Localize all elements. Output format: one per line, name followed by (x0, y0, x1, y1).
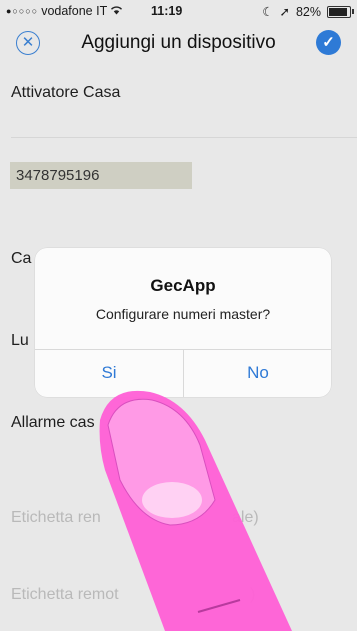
field-label-ca[interactable]: Ca (11, 250, 31, 268)
remote-label-2-left[interactable]: Etichetta remot (11, 586, 119, 604)
remote-label-1-left[interactable]: Etichetta ren (11, 509, 101, 527)
alert-title: GecApp (150, 276, 216, 295)
status-right: ☾ ➚ 82% (262, 4, 354, 19)
battery-percent: 82% (295, 4, 321, 19)
yes-button[interactable]: Si (35, 349, 183, 397)
battery-icon (327, 5, 354, 18)
status-bar: ●○○○○ vodafone IT 11:19 ☾ ➚ 82% (0, 0, 357, 22)
alert-message: Configurare numeri master? (95, 306, 271, 322)
status-time: 11:19 (151, 4, 183, 18)
nav-bar: ✕ Aggiungi un dispositivo ✓ (0, 22, 357, 66)
moon-icon: ☾ (262, 5, 274, 19)
alert-dialog: GecApp Configurare numeri master? Si No (35, 248, 331, 397)
field-label-allarme[interactable]: Allarme cas (11, 414, 95, 432)
remote-label-1-right[interactable]: ale) (232, 509, 259, 527)
carrier-name: vodafone IT (41, 4, 108, 18)
field-label-lu[interactable]: Lu (11, 332, 29, 350)
device-name-field[interactable]: Attivatore Casa (11, 84, 120, 102)
status-left: ●○○○○ vodafone IT (6, 4, 123, 18)
page-title: Aggiungi un dispositivo (81, 32, 276, 53)
location-icon: ➚ (279, 5, 290, 19)
remote-label-2-right[interactable]: ) (250, 586, 255, 604)
wifi-icon (110, 4, 123, 18)
divider (11, 137, 357, 138)
checkmark-icon[interactable]: ✓ (316, 30, 341, 55)
signal-strength: ●○○○○ (6, 6, 39, 16)
no-button[interactable]: No (184, 349, 331, 397)
phone-number-field[interactable]: 3478795196 (10, 162, 192, 189)
